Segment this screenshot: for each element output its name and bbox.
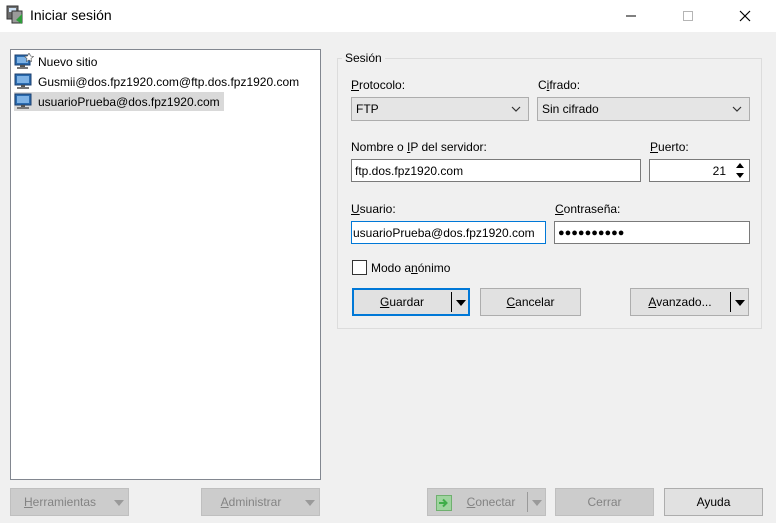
winscp-app-icon xyxy=(6,5,24,25)
tree-item-site[interactable]: Gusmii@dos.fpz1920.com@ftp.dos.fpz1920.c… xyxy=(14,72,303,91)
computer-icon xyxy=(14,73,32,89)
protocol-select[interactable]: FTP xyxy=(351,97,529,121)
new-site-icon xyxy=(14,53,34,69)
dropdown-arrow-icon[interactable] xyxy=(305,500,315,506)
connect-split-button[interactable]: Conectar xyxy=(427,488,546,516)
tree-item-label: Gusmii@dos.fpz1920.com@ftp.dos.fpz1920.c… xyxy=(38,74,300,89)
host-label: Nombre o IP del servidor: xyxy=(351,140,487,154)
user-value: usuarioPrueba@dos.fpz1920.com xyxy=(353,225,535,240)
split-separator xyxy=(527,492,528,512)
protocol-label: Protocolo: xyxy=(351,78,406,92)
close-button[interactable]: Cerrar xyxy=(555,488,654,516)
cancel-button[interactable]: Cancelar xyxy=(480,288,581,316)
dropdown-arrow-icon[interactable] xyxy=(114,500,124,506)
advanced-split-button[interactable]: Avanzado... xyxy=(630,288,749,316)
manage-button-label: Administrar xyxy=(220,495,282,509)
close-window-button[interactable] xyxy=(722,0,768,32)
protocol-value: FTP xyxy=(356,102,379,116)
computer-icon xyxy=(14,93,32,109)
connect-icon xyxy=(436,495,452,511)
spin-down-icon[interactable] xyxy=(731,171,748,181)
minimize-button[interactable] xyxy=(608,0,654,32)
help-button-label: Ayuda xyxy=(696,495,731,509)
dropdown-arrow-icon[interactable] xyxy=(456,300,466,306)
help-button[interactable]: Ayuda xyxy=(664,488,763,516)
manage-split-button[interactable]: Administrar xyxy=(201,488,320,516)
tree-item-label: usuarioPrueba@dos.fpz1920.com xyxy=(38,94,220,109)
anonymous-label: Modo anónimo xyxy=(371,261,451,275)
tree-item-new-site[interactable]: Nuevo sitio xyxy=(14,52,101,71)
tree-item-label: Nuevo sitio xyxy=(38,54,98,69)
port-spinner[interactable]: 21 xyxy=(649,159,750,182)
site-tree[interactable]: Nuevo sitio Gusmii@dos.fpz1920.com@ftp.d… xyxy=(10,49,321,480)
password-input[interactable]: ●●●●●●●●●● xyxy=(554,221,750,244)
maximize-icon xyxy=(683,11,693,21)
chevron-down-icon xyxy=(511,106,521,112)
title-bar xyxy=(0,0,776,32)
tools-split-button[interactable]: Herramientas xyxy=(10,488,129,516)
cancel-button-label: Cancelar xyxy=(506,295,555,309)
user-label: Usuario: xyxy=(351,202,396,216)
close-button-label: Cerrar xyxy=(587,495,622,509)
connect-button-label: Conectar xyxy=(466,495,516,509)
encryption-select[interactable]: Sin cifrado xyxy=(537,97,750,121)
minimize-icon xyxy=(626,15,636,17)
spin-up-icon[interactable] xyxy=(731,161,748,171)
tools-button-label: Herramientas xyxy=(23,495,97,509)
encryption-value: Sin cifrado xyxy=(542,102,599,116)
encryption-label: Cifrado: xyxy=(538,78,581,92)
chevron-down-icon xyxy=(732,106,742,112)
window-title: Iniciar sesión xyxy=(30,7,112,23)
save-button-label: Guardar xyxy=(379,295,425,309)
split-separator xyxy=(451,292,452,312)
port-spin-buttons[interactable] xyxy=(731,161,748,180)
port-value: 21 xyxy=(712,163,726,178)
session-group-label: Sesión xyxy=(342,51,385,65)
dropdown-arrow-icon[interactable] xyxy=(735,300,745,306)
save-split-button[interactable]: Guardar xyxy=(352,288,470,316)
host-value: ftp.dos.fpz1920.com xyxy=(355,163,464,178)
split-separator xyxy=(730,292,731,312)
anonymous-checkbox[interactable] xyxy=(352,260,367,275)
user-input[interactable]: usuarioPrueba@dos.fpz1920.com xyxy=(351,221,546,244)
tree-item-site-selected[interactable]: usuarioPrueba@dos.fpz1920.com xyxy=(14,92,224,111)
password-label: Contraseña: xyxy=(555,202,621,216)
maximize-button[interactable] xyxy=(665,0,711,32)
close-icon xyxy=(739,10,751,22)
host-input[interactable]: ftp.dos.fpz1920.com xyxy=(351,159,641,182)
password-value: ●●●●●●●●●● xyxy=(558,226,625,239)
dropdown-arrow-icon[interactable] xyxy=(532,500,542,506)
advanced-button-label: Avanzado... xyxy=(648,295,712,309)
port-label: Puerto: xyxy=(650,140,689,154)
